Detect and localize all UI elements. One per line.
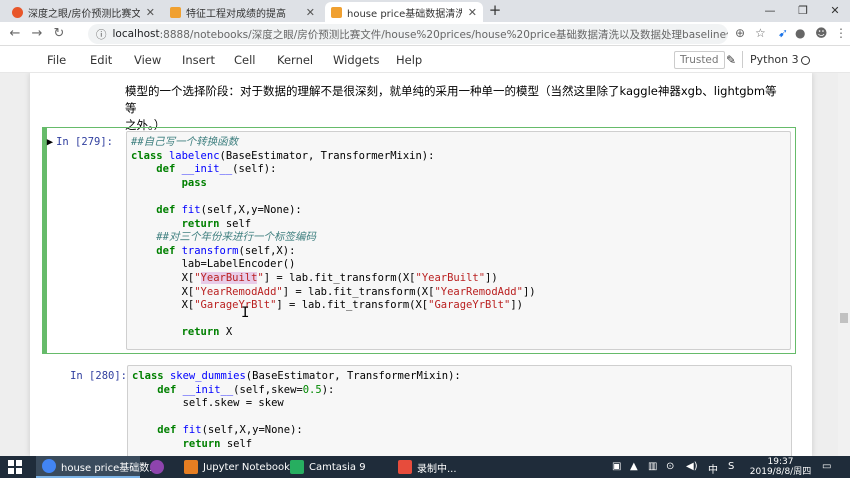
reload-icon[interactable]: ↻ (48, 26, 70, 41)
address-toolbar: ← → ↻ ⓘ localhost :8888/notebooks/深度之眼/房… (0, 22, 850, 46)
profile-icon[interactable]: ● (795, 26, 805, 40)
jupyter-icon (184, 460, 198, 474)
cell-prompt: In [280]: (70, 370, 127, 382)
clock-time: 19:37 (767, 457, 794, 467)
menu-widgets[interactable]: Widgets (333, 53, 380, 67)
forward-arrow-icon[interactable]: → (26, 26, 48, 41)
cell-prompt: ▶ In [279]: (46, 136, 113, 148)
tray-icon[interactable]: ⊙ (666, 461, 674, 472)
notebook-area: 模型的一个选择阶段：对于数据的理解不是很深刻，就单纯的采用一种单一的模型（当然这… (0, 73, 850, 456)
avatar[interactable]: ☻ (815, 26, 828, 40)
tray-icon[interactable]: ▣ (612, 461, 621, 472)
scrollbar-thumb[interactable] (840, 313, 848, 323)
system-clock[interactable]: 19:37 2019/8/8/周四 (748, 457, 813, 477)
text-cursor-icon: I (241, 305, 250, 321)
close-window-button[interactable]: ✕ (820, 0, 850, 22)
minimize-button[interactable]: — (755, 0, 785, 22)
taskbar-chrome[interactable]: house price基础数... (36, 456, 159, 478)
back-arrow-icon[interactable]: ← (4, 26, 26, 41)
volume-icon[interactable]: ◀) (686, 461, 698, 472)
jupyter-menubar: File Edit View Insert Cell Kernel Widget… (0, 47, 850, 73)
zoom-icon[interactable]: ⊕ (735, 26, 745, 40)
code-cell-279[interactable]: ▶ In [279]: ##自己写一个转换函数 class labelenc(Ba… (42, 127, 796, 354)
app-icon (150, 460, 164, 474)
browser-tab-2[interactable]: 特征工程对成绩的提高 ✕ (164, 2, 321, 22)
clock-date: 2019/8/8/周四 (749, 467, 812, 477)
code-editor[interactable]: ##自己写一个转换函数 class labelenc(BaseEstimator… (126, 131, 791, 350)
menu-kernel[interactable]: Kernel (277, 53, 313, 67)
pencil-icon[interactable]: ✎ (726, 53, 736, 67)
recorder-icon (398, 460, 412, 474)
run-cell-icon[interactable]: ▶ (47, 136, 53, 148)
menu-kebab-icon[interactable]: ⋮ (835, 26, 847, 40)
menu-view[interactable]: View (134, 53, 161, 67)
taskbar-recorder[interactable]: 录制中... (392, 456, 457, 478)
code-editor[interactable]: class skew_dummies(BaseEstimator, Transf… (127, 365, 792, 456)
maximize-button[interactable]: ❐ (788, 0, 818, 22)
windows-start-icon[interactable] (8, 460, 22, 474)
taskbar-camtasia[interactable]: Camtasia 9 (284, 456, 384, 478)
network-icon[interactable]: ▥ (648, 461, 657, 472)
chrome-icon (42, 459, 56, 473)
tab-close-icon[interactable]: ✕ (468, 6, 477, 19)
code-cell-280[interactable]: In [280]: class skew_dummies(BaseEstimat… (42, 361, 796, 456)
tab-title: house price基础数据清洗以及抽 (347, 8, 462, 20)
tray-icon[interactable]: S (728, 461, 734, 472)
windows-taskbar: house price基础数... Jupyter Notebook Camta… (0, 456, 850, 478)
menu-cell[interactable]: Cell (234, 53, 256, 67)
kernel-name[interactable]: Python 3 (742, 51, 804, 68)
camtasia-icon (290, 460, 304, 474)
trusted-indicator[interactable]: Trusted (674, 51, 725, 69)
menu-edit[interactable]: Edit (90, 53, 112, 67)
browser-tab-bar: 深度之眼/房价预测比赛文件/ho ✕ 特征工程对成绩的提高 ✕ house pr… (0, 0, 850, 22)
bookmark-star-icon[interactable]: ☆ (755, 26, 766, 40)
tab-favicon-icon (12, 6, 23, 18)
tray-icon[interactable]: ▲ (630, 461, 638, 472)
browser-tab-1[interactable]: 深度之眼/房价预测比赛文件/ho ✕ (6, 2, 161, 22)
tab-close-icon[interactable]: ✕ (146, 6, 155, 19)
menu-insert[interactable]: Insert (182, 53, 215, 67)
tab-title: 特征工程对成绩的提高 (186, 8, 286, 20)
menu-file[interactable]: File (47, 53, 66, 67)
url-path: :8888/notebooks/深度之眼/房价预测比赛文件/house%20pr… (159, 28, 728, 41)
tab-title: 深度之眼/房价预测比赛文件/ho (28, 8, 140, 20)
new-tab-button[interactable]: + (487, 3, 503, 19)
ime-indicator[interactable]: 中 (708, 461, 718, 476)
url-field[interactable]: ⓘ localhost :8888/notebooks/深度之眼/房价预测比赛文… (88, 24, 728, 44)
taskbar-label: Jupyter Notebook (203, 461, 290, 473)
notification-icon[interactable]: ▭ (822, 461, 831, 472)
menu-help[interactable]: Help (396, 53, 422, 67)
kernel-status-icon (801, 56, 810, 65)
page-scrollbar[interactable] (838, 73, 850, 456)
taskbar-jupyter[interactable]: Jupyter Notebook (178, 456, 290, 478)
taskbar-label: Camtasia 9 (309, 461, 366, 473)
taskbar-app[interactable] (144, 456, 170, 478)
url-host: localhost (112, 28, 160, 40)
taskbar-label: 录制中... (417, 463, 457, 475)
info-icon[interactable]: ⓘ (96, 27, 107, 42)
tab-close-icon[interactable]: ✕ (306, 6, 315, 19)
tab-favicon-icon (331, 6, 342, 18)
tab-favicon-icon (170, 6, 181, 18)
extension-icon[interactable]: ➹ (778, 26, 788, 40)
markdown-line: 模型的一个选择阶段：对于数据的理解不是很深刻，就单纯的采用一种单一的模型（当然这… (125, 84, 777, 115)
browser-tab-3[interactable]: house price基础数据清洗以及抽 ✕ (325, 2, 483, 22)
